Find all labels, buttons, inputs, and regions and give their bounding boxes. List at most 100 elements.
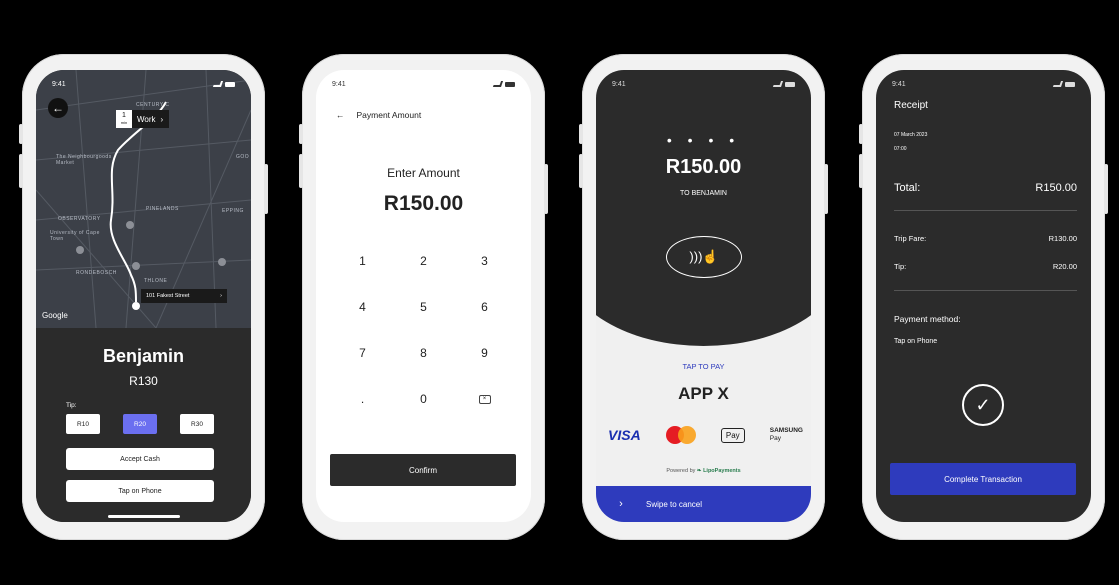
phone-payment-amount: 9:41 ← Payment Amount Enter Amount R150.… (299, 54, 548, 540)
destination-label: Work (137, 114, 156, 124)
payment-title: Payment Amount (356, 110, 422, 120)
destination-tag[interactable]: 1 min Work › (116, 110, 170, 128)
fare-row: Trip Fare: R130.00 (894, 234, 1077, 243)
chevron-right-icon: › (619, 498, 623, 510)
phone-side-button (859, 124, 863, 144)
ride-fare: R130 (129, 374, 158, 388)
payment-method-value: Tap on Phone (894, 338, 938, 345)
tip-option-r10[interactable]: R10 (66, 414, 100, 434)
battery-icon (505, 81, 515, 87)
map-label: EPPING (222, 208, 244, 214)
phone-side-button (299, 124, 303, 144)
chevron-right-icon: › (220, 293, 222, 299)
key-2[interactable]: 2 (393, 252, 454, 270)
tip-label: Tip: (894, 262, 907, 271)
home-indicator[interactable] (108, 515, 180, 518)
key-8[interactable]: 8 (393, 344, 454, 362)
battery-icon (1065, 81, 1075, 87)
accept-cash-button[interactable]: Accept Cash (66, 448, 214, 470)
receipt-screen: 9:41 Receipt 07 March 2023 07:00 Total: … (876, 70, 1091, 522)
back-button[interactable]: ← (48, 98, 68, 118)
confirm-button[interactable]: Confirm (330, 454, 516, 486)
key-0[interactable]: 0 (393, 390, 454, 408)
apple-pay-logo: Pay (720, 427, 745, 443)
powered-by: Powered by ❧ LipoPayments (596, 468, 811, 474)
key-delete[interactable]: × (454, 390, 515, 408)
numeric-keypad: 1 2 3 4 5 6 7 8 9 . 0 × (332, 252, 515, 408)
google-attribution: Google (42, 311, 68, 320)
signal-icon (492, 81, 504, 87)
tip-row: Tip: R20.00 (894, 262, 1077, 271)
complete-transaction-button[interactable]: Complete Transaction (890, 463, 1076, 495)
total-value: R150.00 (1035, 182, 1077, 194)
signal-icon (772, 81, 784, 87)
pin-dots: • • • • (666, 132, 741, 148)
key-6[interactable]: 6 (454, 298, 515, 316)
signal-icon (212, 81, 224, 87)
key-3[interactable]: 3 (454, 252, 515, 270)
checkmark-icon: ✓ (962, 384, 1004, 426)
status-bar: 9:41 (52, 78, 235, 90)
map-label: THLONE (144, 278, 168, 284)
key-9[interactable]: 9 (454, 344, 515, 362)
eta-badge: 1 min (116, 110, 132, 128)
key-decimal[interactable]: . (332, 390, 393, 408)
tip-option-r20[interactable]: R20 (123, 414, 157, 434)
receipt-time: 07:00 (894, 146, 907, 152)
battery-icon (225, 81, 235, 87)
key-4[interactable]: 4 (332, 298, 393, 316)
status-bar: 9:41 (332, 78, 515, 90)
receipt-date: 07 March 2023 (894, 132, 928, 138)
swipe-to-cancel[interactable]: › Swipe to cancel (596, 486, 811, 522)
map-label: The Neighbourgoods Market (56, 154, 112, 166)
backspace-icon: × (478, 395, 491, 405)
status-time: 9:41 (892, 80, 906, 88)
battery-icon (785, 81, 795, 87)
signal-icon (1052, 81, 1064, 87)
status-bar: 9:41 (612, 78, 795, 90)
phone-side-button (859, 154, 863, 188)
payment-method-label: Payment method: (894, 314, 961, 324)
key-1[interactable]: 1 (332, 252, 393, 270)
samsung-text: SAMSUNG (769, 427, 803, 434)
phone-side-button (1104, 164, 1108, 214)
tap-on-phone-button[interactable]: Tap on Phone (66, 480, 214, 502)
map-label: RONDEBOSCH (76, 270, 117, 276)
phone-side-button (19, 154, 23, 188)
powered-brand: LipoPayments (703, 468, 741, 474)
samsung-pay-logo: SAMSUNG Pay (770, 427, 803, 443)
contactless-icon: )))☝ (666, 236, 742, 278)
payment-screen: 9:41 ← Payment Amount Enter Amount R150.… (316, 70, 531, 522)
phone-tap-to-pay: 9:41 • • • • R150.00 TO BENJAMIN )))☝ TA… (579, 54, 828, 540)
divider (894, 210, 1077, 211)
phone-receipt: 9:41 Receipt 07 March 2023 07:00 Total: … (859, 54, 1108, 540)
eta-unit: min (120, 120, 128, 125)
ride-sheet: Benjamin R130 Tip: R10 R20 R30 Accept Ca… (36, 328, 251, 522)
swipe-label: Swipe to cancel (646, 499, 703, 509)
phone-side-button (299, 154, 303, 188)
powered-by-text: Powered by (666, 468, 696, 474)
key-7[interactable]: 7 (332, 344, 393, 362)
pickup-tag[interactable]: 101 Fakest Street › (141, 289, 227, 303)
app-name: APP X (678, 384, 729, 403)
total-row: Total: R150.00 (894, 182, 1077, 194)
visa-logo: VISA (608, 427, 641, 443)
chevron-right-icon: › (160, 114, 164, 124)
tap-screen: 9:41 • • • • R150.00 TO BENJAMIN )))☝ TA… (596, 70, 811, 522)
map-label: PINELANDS (146, 206, 179, 212)
key-5[interactable]: 5 (393, 298, 454, 316)
mastercard-logo (665, 426, 696, 444)
map-label: GOO (236, 154, 250, 160)
payment-brands: VISA Pay SAMSUNG Pay (608, 426, 803, 444)
charge-amount: R150.00 (665, 156, 742, 178)
total-label: Total: (894, 182, 921, 194)
fare-label: Trip Fare: (894, 234, 927, 243)
phone-ride-summary: CENTURY C The Neighbourgoods Market OBSE… (19, 54, 268, 540)
phone-side-button (579, 154, 583, 188)
tip-option-r30[interactable]: R30 (180, 414, 214, 434)
phone-side-button (19, 124, 23, 144)
tap-header-panel (596, 70, 811, 346)
eta-minutes: 1 (122, 112, 126, 119)
enter-amount-label: Enter Amount (387, 166, 460, 180)
back-arrow-icon[interactable]: ← (336, 110, 345, 120)
